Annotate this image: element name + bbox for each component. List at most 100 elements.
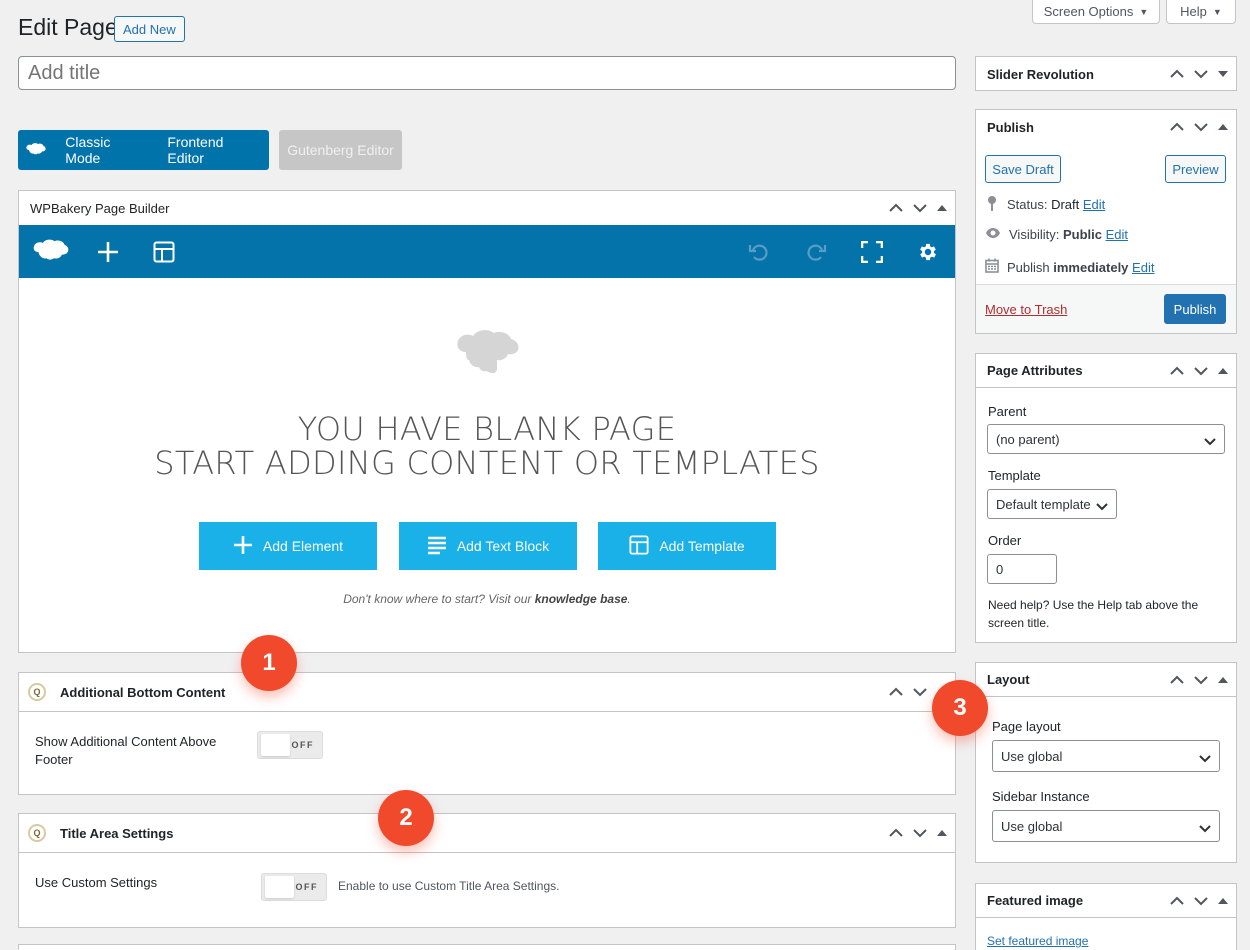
- move-down-icon[interactable]: [913, 828, 927, 838]
- show-additional-content-toggle[interactable]: OFF: [257, 731, 323, 759]
- chevron-down-icon: [1096, 499, 1108, 514]
- sidebar-instance-select[interactable]: Use global: [992, 810, 1220, 842]
- add-text-block-label: Add Text Block: [456, 538, 550, 554]
- save-draft-button[interactable]: Save Draft: [985, 155, 1061, 183]
- page-layout-value: Use global: [1001, 748, 1063, 764]
- order-input[interactable]: 0: [987, 554, 1057, 584]
- fullscreen-icon[interactable]: [852, 225, 892, 278]
- status-label: Status:: [1007, 197, 1048, 212]
- collapse-toggle-icon[interactable]: [1218, 897, 1228, 905]
- slider-revolution-box: Slider Revolution: [975, 56, 1237, 91]
- collapse-toggle-icon[interactable]: [1218, 676, 1228, 684]
- move-down-icon[interactable]: [1194, 366, 1208, 376]
- order-label: Order: [988, 533, 1022, 548]
- publish-edit-link[interactable]: Edit: [1132, 260, 1154, 275]
- move-down-icon[interactable]: [1194, 122, 1208, 132]
- redo-icon[interactable]: [796, 225, 836, 278]
- wpbakery-logo-icon[interactable]: [18, 143, 53, 157]
- move-up-icon[interactable]: [1170, 366, 1184, 376]
- visibility-edit-link[interactable]: Edit: [1106, 227, 1128, 242]
- next-box-edge: [18, 944, 956, 950]
- text-lines-icon: [427, 535, 447, 558]
- screen-options-tab[interactable]: Screen Options ▼: [1032, 0, 1160, 24]
- publish-label: Publish: [1007, 259, 1050, 275]
- additional-bottom-header: Q Additional Bottom Content: [19, 673, 955, 712]
- callout-badge-2: 2: [378, 790, 434, 846]
- template-icon: [629, 534, 649, 558]
- wpbakery-cloud-icon: [456, 326, 520, 379]
- add-element-button[interactable]: Add Element: [199, 522, 377, 570]
- toggle-state: OFF: [291, 740, 314, 750]
- visibility-value: Public: [1062, 227, 1102, 242]
- slider-revolution-header[interactable]: Slider Revolution: [976, 57, 1236, 91]
- move-up-icon[interactable]: [1170, 675, 1184, 685]
- hint-suffix: .: [627, 592, 631, 606]
- help-tab[interactable]: Help ▼: [1166, 0, 1236, 24]
- pin-icon: [985, 195, 999, 214]
- caret-down-icon: ▼: [1212, 6, 1222, 17]
- status-edit-link[interactable]: Edit: [1083, 197, 1105, 212]
- templates-icon[interactable]: [144, 225, 184, 278]
- move-up-icon[interactable]: [1170, 69, 1184, 79]
- move-up-icon[interactable]: [889, 203, 903, 213]
- page-attributes-help: Need help? Use the Help tab above the sc…: [988, 598, 1199, 630]
- set-featured-image-link[interactable]: Set featured image: [987, 934, 1088, 948]
- frontend-editor-button[interactable]: Frontend Editor: [155, 134, 269, 166]
- parent-select-value: (no parent): [996, 431, 1060, 447]
- title-input[interactable]: [18, 56, 956, 90]
- collapse-toggle-icon[interactable]: [937, 829, 947, 837]
- wpbakery-panel: WPBakery Page Builder YOU HAVE BLANK PAG…: [18, 190, 956, 653]
- page-title: Edit Page: [18, 14, 118, 40]
- move-up-icon[interactable]: [889, 687, 903, 697]
- slider-revolution-title: Slider Revolution: [987, 66, 1094, 82]
- move-down-icon[interactable]: [1194, 675, 1208, 685]
- visibility-label: Visibility:: [1009, 227, 1060, 242]
- add-text-block-button[interactable]: Add Text Block: [399, 522, 577, 570]
- additional-bottom-content-box: Q Additional Bottom Content Show Additio…: [18, 672, 956, 795]
- callout-badge-3: 3: [932, 680, 988, 736]
- template-select[interactable]: Default template: [987, 489, 1117, 519]
- publish-title: Publish: [987, 119, 1034, 135]
- knowledge-base-link[interactable]: knowledge base: [535, 592, 628, 606]
- move-up-icon[interactable]: [1170, 122, 1184, 132]
- chevron-down-icon: [1204, 434, 1216, 449]
- plus-icon: [233, 535, 253, 558]
- collapse-toggle-icon[interactable]: [1218, 367, 1228, 375]
- move-down-icon[interactable]: [913, 203, 927, 213]
- custom-settings-description: Enable to use Custom Title Area Settings…: [338, 879, 560, 893]
- add-new-button[interactable]: Add New: [114, 16, 185, 42]
- page-layout-select[interactable]: Use global: [992, 740, 1220, 772]
- blank-page-heading: YOU HAVE BLANK PAGE: [297, 410, 677, 448]
- featured-image-title: Featured image: [987, 893, 1084, 908]
- classic-mode-button[interactable]: Classic Mode: [53, 134, 155, 166]
- expand-toggle-icon[interactable]: [1218, 70, 1228, 78]
- wpbakery-header: WPBakery Page Builder: [19, 191, 955, 225]
- publish-value: immediately: [1053, 259, 1129, 275]
- preview-button[interactable]: Preview: [1165, 155, 1226, 183]
- use-custom-settings-toggle[interactable]: OFF: [261, 873, 327, 901]
- publish-button[interactable]: Publish: [1164, 294, 1226, 324]
- featured-image-header: Featured image: [976, 884, 1236, 918]
- order-value: 0: [996, 561, 1004, 577]
- page-attributes-box: Page Attributes Parent (no parent) Templ…: [975, 353, 1237, 643]
- undo-icon[interactable]: [739, 225, 779, 278]
- screen-options-label: Screen Options: [1043, 4, 1134, 19]
- settings-gear-icon[interactable]: [908, 225, 948, 278]
- collapse-toggle-icon[interactable]: [937, 204, 947, 212]
- move-up-icon[interactable]: [1170, 896, 1184, 906]
- move-to-trash-link[interactable]: Move to Trash: [985, 302, 1067, 317]
- gutenberg-editor-button[interactable]: Gutenberg Editor: [279, 130, 402, 170]
- add-element-icon[interactable]: [88, 225, 128, 278]
- wpbakery-title: WPBakery Page Builder: [30, 200, 170, 216]
- move-down-icon[interactable]: [913, 687, 927, 697]
- callout-badge-1: 1: [241, 635, 297, 691]
- parent-select[interactable]: (no parent): [987, 424, 1225, 454]
- move-up-icon[interactable]: [889, 828, 903, 838]
- title-area-title: Title Area Settings: [60, 825, 174, 841]
- move-down-icon[interactable]: [1194, 896, 1208, 906]
- add-template-button[interactable]: Add Template: [598, 522, 776, 570]
- move-down-icon[interactable]: [1194, 69, 1208, 79]
- wpbakery-logo-icon[interactable]: [31, 225, 71, 278]
- collapse-toggle-icon[interactable]: [1218, 123, 1228, 131]
- status-value: Draft: [1051, 197, 1080, 212]
